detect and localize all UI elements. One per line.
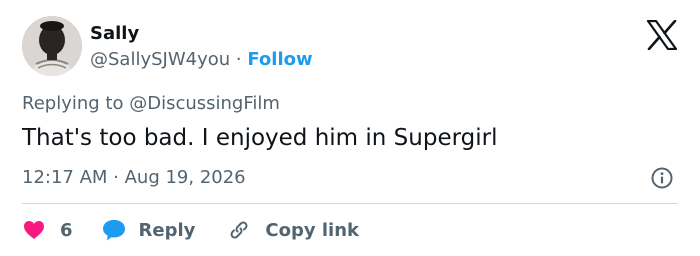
author-handle-line: @SallySJW4you · Follow: [90, 48, 313, 72]
x-logo-icon[interactable]: [646, 19, 678, 51]
reply-mention-link[interactable]: @DiscussingFilm: [129, 93, 280, 114]
author-name[interactable]: Sally: [90, 22, 139, 46]
link-icon: [230, 221, 248, 239]
heart-icon: [24, 221, 44, 239]
copy-link-button[interactable]: Copy link: [227, 218, 359, 242]
speech-bubble-icon: [102, 220, 125, 241]
reply-button[interactable]: Reply: [101, 218, 196, 242]
author-handle[interactable]: @SallySJW4you: [90, 49, 230, 70]
avatar-image: [22, 16, 82, 76]
like-button[interactable]: 6: [22, 218, 73, 242]
tweet-text: That's too bad. I enjoyed him in Supergi…: [22, 125, 498, 151]
like-count: 6: [60, 219, 73, 241]
tweet-timestamp[interactable]: 12:17 AM · Aug 19, 2026: [22, 166, 246, 190]
info-icon[interactable]: [650, 166, 674, 190]
handle-separator: ·: [230, 49, 248, 70]
reply-label: Reply: [138, 219, 196, 241]
tweet-embed-card: Sally @SallySJW4you · Follow Replying to…: [0, 0, 700, 256]
copy-link-label: Copy link: [265, 219, 359, 241]
divider: [22, 203, 678, 204]
avatar[interactable]: [22, 16, 82, 76]
reply-prefix: Replying to: [22, 93, 130, 114]
follow-button[interactable]: Follow: [247, 49, 312, 70]
reply-context: Replying to @DiscussingFilm: [22, 92, 280, 116]
action-bar: 6 Reply Copy link: [22, 214, 359, 246]
